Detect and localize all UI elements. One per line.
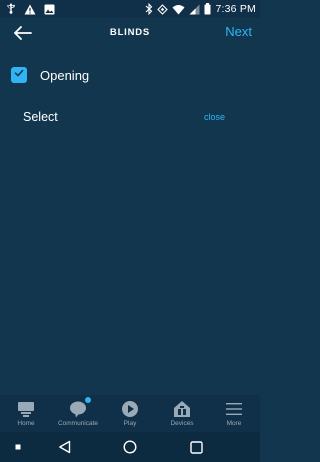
notification-badge: [85, 397, 91, 403]
option-row-opening[interactable]: Opening: [10, 64, 250, 86]
select-label: Select: [23, 110, 58, 124]
tab-label: Play: [123, 420, 137, 427]
usb-icon: [6, 3, 16, 15]
system-nav-bar: [0, 432, 260, 462]
tab-label: Home: [17, 420, 35, 427]
square-dot-icon[interactable]: [11, 440, 25, 454]
tab-communicate[interactable]: Communicate: [52, 395, 104, 432]
checkmark-icon: [13, 66, 25, 84]
tab-play[interactable]: Play: [104, 395, 156, 432]
status-icons-left: [6, 2, 55, 16]
tab-home[interactable]: Home: [0, 395, 52, 432]
home-icon: [16, 399, 36, 419]
menu-icon: [224, 399, 244, 419]
nfc-icon: [157, 3, 169, 15]
bluetooth-icon: [145, 3, 153, 15]
page-title: BLINDS: [109, 27, 151, 38]
status-bar: 7:36 PM: [0, 0, 260, 18]
tab-devices[interactable]: Devices: [156, 395, 208, 432]
tab-label: Devices: [170, 420, 194, 427]
home-circle-icon[interactable]: [123, 440, 137, 454]
recents-square-icon[interactable]: [189, 440, 203, 454]
battery-icon: [204, 3, 211, 15]
close-link[interactable]: close: [204, 112, 225, 122]
tab-bar: Home Communicate Play Devices More: [0, 395, 260, 432]
wifi-icon: [172, 4, 185, 15]
back-triangle-icon[interactable]: [57, 440, 71, 454]
select-row: Select close: [23, 109, 233, 127]
chat-bubble-icon: [68, 397, 91, 419]
tab-more[interactable]: More: [208, 395, 260, 432]
opening-checkbox[interactable]: [11, 67, 27, 83]
play-icon: [120, 399, 140, 419]
next-button[interactable]: Next: [225, 24, 252, 39]
alert-icon: [24, 4, 36, 15]
image-icon: [44, 4, 55, 15]
option-label: Opening: [40, 67, 90, 83]
devices-icon: [172, 399, 192, 419]
signal-icon: [189, 4, 200, 15]
header: BLINDS Next: [0, 18, 260, 48]
tab-label: Communicate: [57, 420, 99, 427]
status-time: 7:36 PM: [215, 3, 256, 15]
tab-label: More: [226, 420, 242, 427]
status-icons-right: 7:36 PM: [145, 2, 256, 16]
